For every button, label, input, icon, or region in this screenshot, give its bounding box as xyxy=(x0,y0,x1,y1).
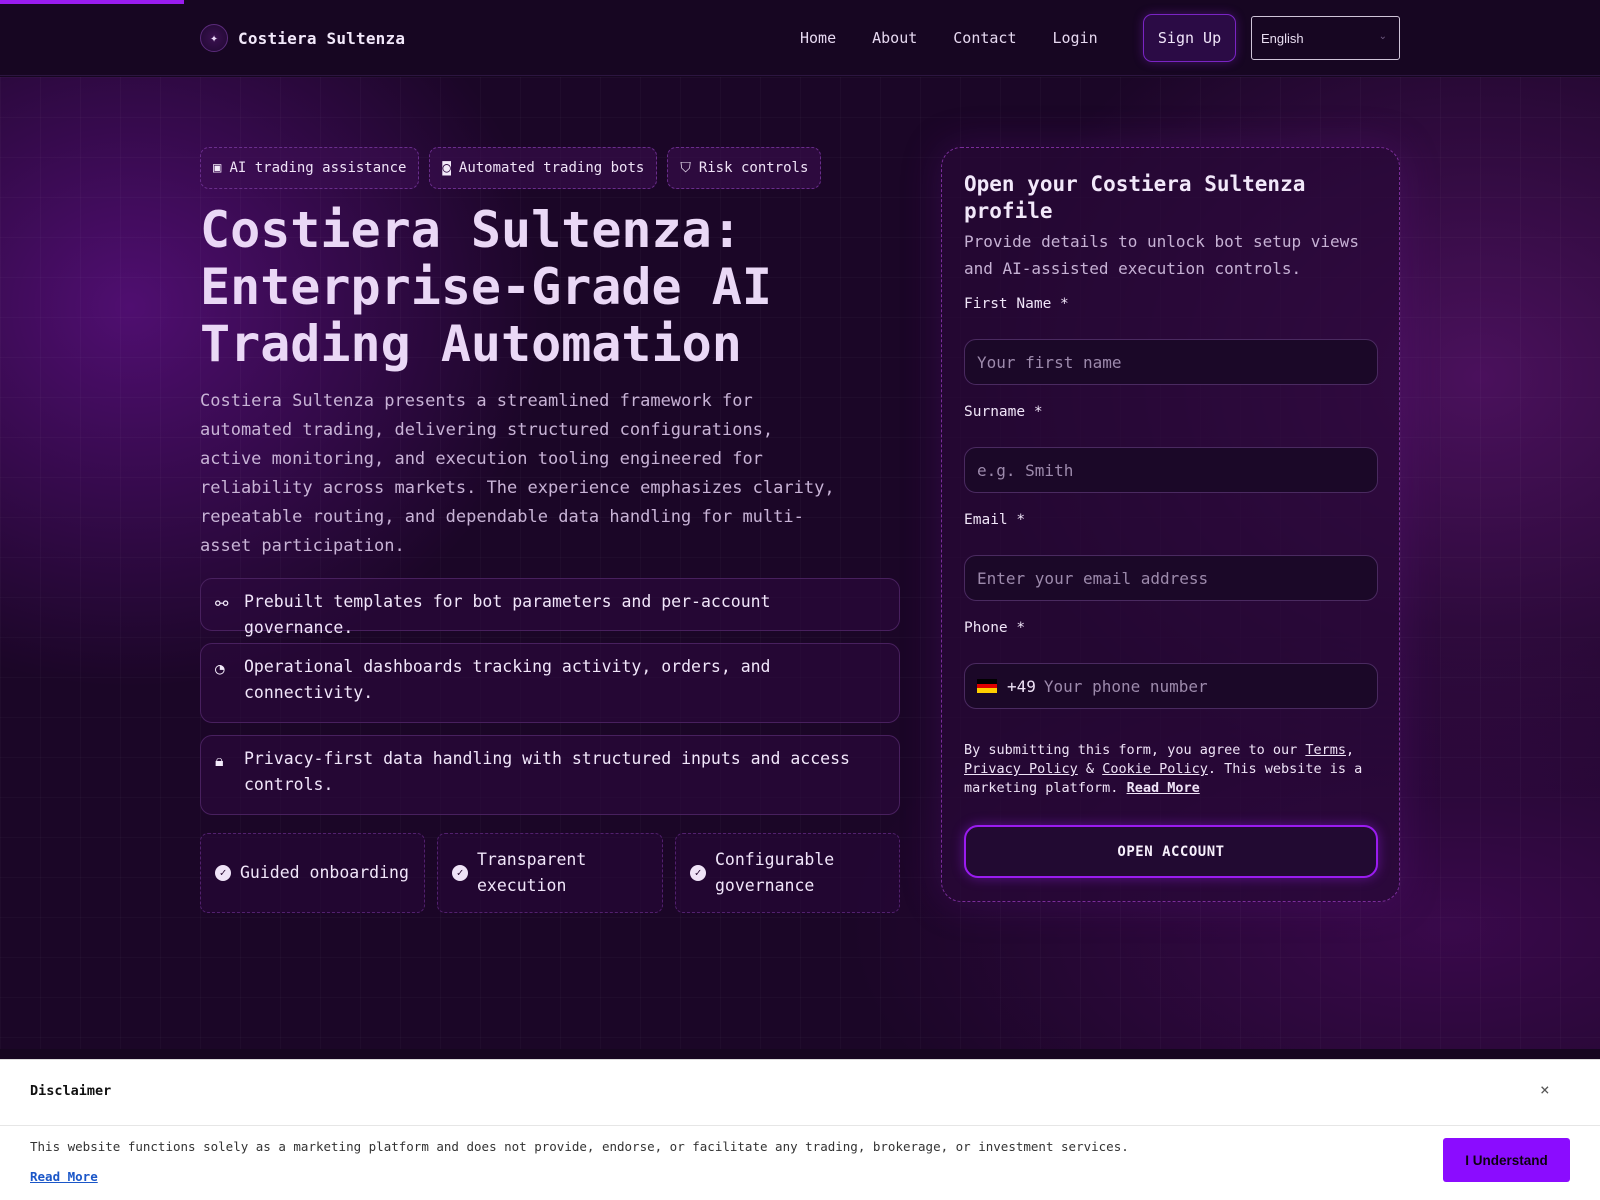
badge-label: AI trading assistance xyxy=(229,160,407,176)
highlight-label: Transparent execution xyxy=(477,850,587,895)
nav-contact-link[interactable]: Contact xyxy=(953,29,1016,47)
lock-icon: 🔒︎ xyxy=(215,751,224,770)
check-circle-icon: ✓ xyxy=(452,865,468,881)
nav-home-link[interactable]: Home xyxy=(800,29,836,47)
email-label: Email * xyxy=(964,512,1026,528)
badge-trading-bots: ◙ Automated trading bots xyxy=(429,147,658,189)
phone-input[interactable]: +49 Your phone number xyxy=(964,663,1378,709)
terms-text: , xyxy=(1346,742,1355,758)
check-circle-icon: ✓ xyxy=(215,865,231,881)
first-name-placeholder: Your first name xyxy=(977,352,1122,372)
check-circle-icon: ✓ xyxy=(690,865,706,881)
phone-label: Phone * xyxy=(964,620,1026,636)
language-value: English xyxy=(1261,30,1304,46)
disclaimer-read-more-link[interactable]: Read More xyxy=(30,1169,98,1184)
highlight-label: Guided onboarding xyxy=(240,863,409,882)
cookie-policy-link[interactable]: Cookie Policy xyxy=(1102,761,1208,777)
chip-icon: ▣ xyxy=(213,160,222,176)
surname-input[interactable]: e.g. Smith xyxy=(964,447,1378,493)
understand-button[interactable]: I Understand xyxy=(1443,1138,1570,1182)
privacy-policy-link[interactable]: Privacy Policy xyxy=(964,761,1078,777)
signup-button[interactable]: Sign Up xyxy=(1143,14,1236,62)
badge-ai-assistance: ▣ AI trading assistance xyxy=(200,147,420,189)
chevron-down-icon: ⌄ xyxy=(1378,31,1387,42)
surname-placeholder: e.g. Smith xyxy=(977,460,1074,480)
disclaimer-header: Disclaimer × xyxy=(0,1060,1600,1126)
terms-notice: By submitting this form, you agree to ou… xyxy=(964,741,1384,798)
feature-text: Operational dashboards tracking activity… xyxy=(244,657,771,702)
read-more-link[interactable]: Read More xyxy=(1127,780,1200,796)
disclaimer-title: Disclaimer xyxy=(30,1083,112,1099)
main-nav: Home About Contact Login xyxy=(800,14,1098,62)
terms-text: By submitting this form, you agree to ou… xyxy=(964,742,1306,758)
badge-risk-controls: ⛉ Risk controls xyxy=(667,147,822,189)
email-input[interactable]: Enter your email address xyxy=(964,555,1378,601)
nav-login-link[interactable]: Login xyxy=(1053,29,1098,47)
hero-section: ▣ AI trading assistance ◙ Automated trad… xyxy=(0,77,1600,1049)
brand-name: Costiera Sultenza xyxy=(238,28,406,48)
nav-about-link[interactable]: About xyxy=(872,29,917,47)
page-progress-bar xyxy=(0,0,184,4)
shield-icon: ⛉ xyxy=(680,160,691,176)
surname-label: Surname * xyxy=(964,404,1043,420)
signup-form-card: Open your Costiera Sultenza profile Prov… xyxy=(941,147,1400,902)
feature-dashboards: ◔ Operational dashboards tracking activi… xyxy=(200,643,900,723)
site-header: ✦ Costiera Sultenza Home About Contact L… xyxy=(0,0,1600,76)
network-icon: ⚯ xyxy=(215,594,229,613)
dashboard-icon: ◔ xyxy=(215,659,225,678)
highlight-configurable-governance: ✓ Configurable governance xyxy=(675,833,900,913)
badge-label: Automated trading bots xyxy=(458,160,645,176)
feature-text: Privacy-first data handling with structu… xyxy=(244,749,850,794)
feature-templates: ⚯ Prebuilt templates for bot parameters … xyxy=(200,578,900,637)
form-subtitle: Provide details to unlock bot setup view… xyxy=(964,232,1359,278)
terms-link[interactable]: Terms xyxy=(1305,742,1346,758)
sparkle-icon: ✦ xyxy=(200,24,228,52)
phone-placeholder: Your phone number xyxy=(1043,676,1208,696)
terms-text: & xyxy=(1077,761,1103,777)
highlight-transparent-execution: ✓ Transparent execution xyxy=(437,833,663,913)
email-placeholder: Enter your email address xyxy=(977,568,1209,588)
badge-label: Risk controls xyxy=(698,160,809,176)
form-title: Open your Costiera Sultenza profile xyxy=(964,172,1306,223)
disclaimer-banner: Disclaimer × This website functions sole… xyxy=(0,1059,1600,1200)
hero-title: Costiera Sultenza: Enterprise-Grade AI T… xyxy=(200,201,772,373)
hero-badges: ▣ AI trading assistance ◙ Automated trad… xyxy=(200,147,822,189)
hero-description: Costiera Sultenza presents a streamlined… xyxy=(200,391,835,556)
robot-icon: ◙ xyxy=(442,160,451,176)
feature-privacy: 🔒︎ Privacy-first data handling with stru… xyxy=(200,735,900,815)
disclaimer-text: This website functions solely as a marke… xyxy=(30,1139,1129,1154)
first-name-input[interactable]: Your first name xyxy=(964,339,1378,385)
phone-country-code: +49 xyxy=(1007,676,1036,696)
germany-flag-icon[interactable] xyxy=(977,679,997,694)
open-account-button[interactable]: OPEN ACCOUNT xyxy=(964,825,1378,878)
feature-text: Prebuilt templates for bot parameters an… xyxy=(244,592,771,637)
highlight-label: Configurable governance xyxy=(715,850,835,895)
hero-highlights: ✓ Guided onboarding ✓ Transparent execut… xyxy=(200,833,900,913)
close-icon[interactable]: × xyxy=(1540,1080,1550,1099)
first-name-label: First Name * xyxy=(964,296,1069,312)
language-select[interactable]: English ⌄ xyxy=(1251,16,1400,60)
brand[interactable]: ✦ Costiera Sultenza xyxy=(200,23,405,53)
highlight-guided-onboarding: ✓ Guided onboarding xyxy=(200,833,425,913)
